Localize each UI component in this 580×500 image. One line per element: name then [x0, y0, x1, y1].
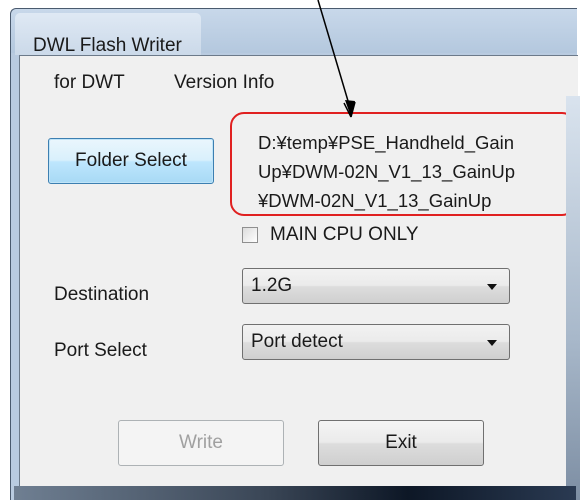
screenshot-stage: DWL Flash Writer for DWT Version Info Fo… — [0, 0, 580, 500]
window-frame-bottom-edge — [14, 486, 576, 500]
window-client-area: for DWT Version Info Folder Select D:¥te… — [19, 55, 578, 500]
menu-bar: for DWT Version Info — [20, 56, 578, 94]
main-cpu-only-checkbox[interactable] — [242, 227, 258, 243]
title-tab: DWL Flash Writer — [15, 13, 201, 56]
exit-button[interactable]: Exit — [318, 420, 484, 466]
folder-path-line: ¥DWM-02N_V1_13_GainUp — [258, 190, 492, 211]
folder-path-line: Up¥DWM-02N_V1_13_GainUp — [258, 161, 516, 182]
destination-select[interactable]: 1.2G — [242, 268, 510, 304]
window-title: DWL Flash Writer — [33, 35, 182, 56]
write-button[interactable]: Write — [118, 420, 284, 466]
folder-path-text: D:¥temp¥PSE_Handheld_Gain Up¥DWM-02N_V1_… — [258, 128, 515, 215]
destination-label: Destination — [54, 284, 150, 305]
main-cpu-only-label[interactable]: MAIN CPU ONLY — [270, 224, 419, 246]
port-select-label: Port Select — [54, 340, 147, 361]
folder-path-highlight: D:¥temp¥PSE_Handheld_Gain Up¥DWM-02N_V1_… — [230, 112, 576, 216]
folder-select-button[interactable]: Folder Select — [48, 138, 214, 184]
port-select-dropdown[interactable]: Port detect — [242, 324, 510, 360]
app-window: DWL Flash Writer for DWT Version Info Fo… — [10, 8, 578, 500]
menu-item-version-info[interactable]: Version Info — [174, 72, 274, 94]
main-cpu-only-row[interactable]: MAIN CPU ONLY — [242, 224, 419, 246]
menu-item-for-dwt[interactable]: for DWT — [54, 72, 125, 94]
title-bar[interactable]: DWL Flash Writer — [11, 9, 577, 56]
chevron-down-icon — [487, 284, 497, 290]
window-frame-right-edge — [566, 96, 580, 500]
port-select-value: Port detect — [251, 331, 343, 352]
folder-path-line: D:¥temp¥PSE_Handheld_Gain — [258, 132, 515, 153]
chevron-down-icon — [487, 340, 497, 346]
destination-value: 1.2G — [251, 275, 293, 296]
